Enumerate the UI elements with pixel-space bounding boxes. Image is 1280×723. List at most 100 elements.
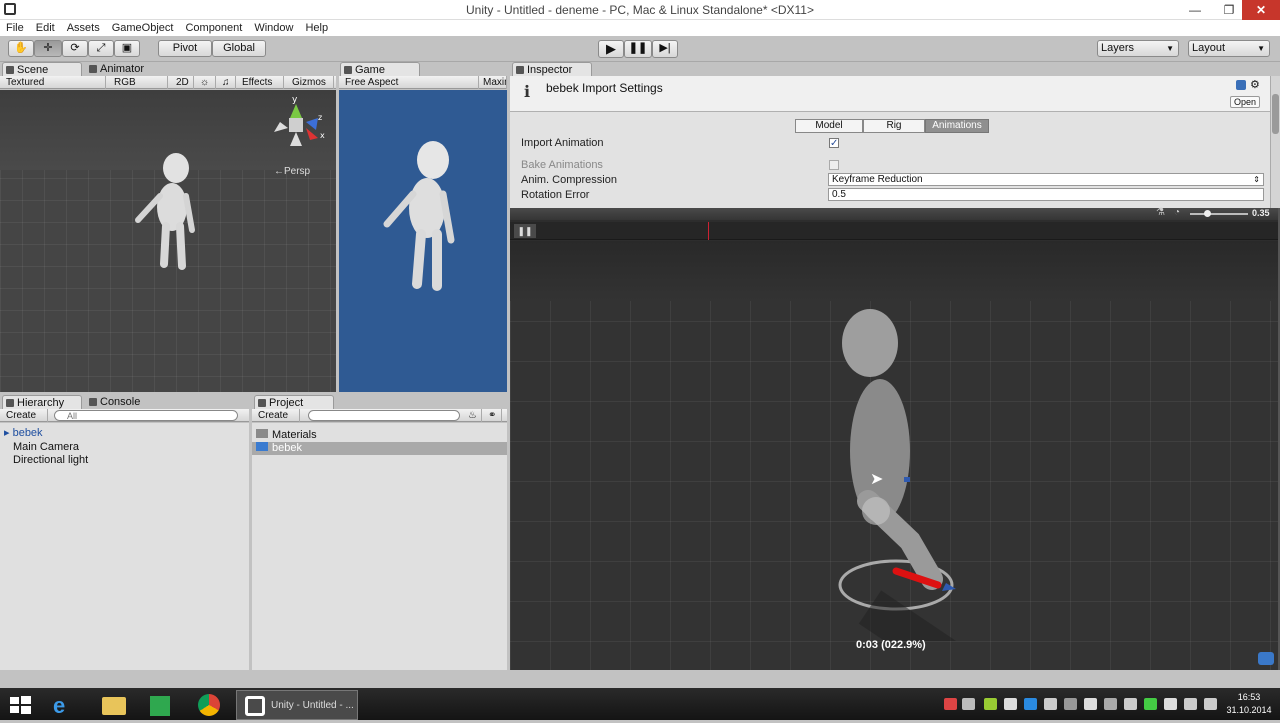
close-button[interactable]: ✕ [1242, 0, 1280, 20]
tray-cloud-icon[interactable] [1084, 698, 1097, 710]
tray-battery-icon[interactable] [984, 698, 997, 710]
import-tab-animations[interactable]: Animations [925, 119, 989, 133]
project-create-dropdown[interactable]: Create [254, 409, 300, 422]
scrollbar-thumb[interactable] [1272, 94, 1279, 134]
shading-dropdown[interactable]: Textured [2, 76, 106, 89]
speed-slider[interactable] [1190, 213, 1248, 215]
tab-scene[interactable]: Scene [2, 62, 82, 76]
project-search-input[interactable] [308, 410, 460, 421]
baby-model-preview [838, 309, 957, 641]
aspect-dropdown[interactable]: Free Aspect [341, 76, 479, 89]
game-viewport[interactable] [339, 90, 507, 392]
scene-gizmo-icon[interactable]: y z x [266, 92, 330, 154]
avatar-icon[interactable]: ⚗ [1156, 207, 1165, 218]
network-icon[interactable] [1184, 698, 1197, 710]
asset-label-icon[interactable] [1258, 652, 1274, 665]
tray-pen-icon[interactable] [1004, 698, 1017, 710]
tray-settings-icon[interactable] [1104, 698, 1117, 710]
hierarchy-search-input[interactable] [54, 410, 238, 421]
title-bar: Unity - Untitled - deneme - PC, Mac & Li… [0, 0, 1280, 20]
menu-edit[interactable]: Edit [30, 20, 61, 36]
tray-sync-icon[interactable] [1044, 698, 1057, 710]
play-button[interactable]: ▶ [598, 40, 624, 58]
speed-icon[interactable]: ◔ [1174, 207, 1180, 218]
tray-green-icon[interactable] [1144, 698, 1157, 710]
bake-animations-checkbox [829, 160, 839, 170]
rect-tool-button[interactable]: ▣ [114, 40, 140, 57]
minimize-button[interactable]: — [1180, 0, 1210, 20]
menu-window[interactable]: Window [248, 20, 299, 36]
menu-assets[interactable]: Assets [61, 20, 106, 36]
timeline-playhead[interactable] [708, 222, 709, 240]
pivot-toggle[interactable]: Pivot [158, 40, 212, 57]
effects-dropdown[interactable]: Effects [238, 76, 284, 89]
flag-icon[interactable] [1164, 698, 1177, 710]
import-tab-model[interactable]: Model [795, 119, 863, 133]
import-animation-checkbox[interactable]: ✓ [829, 138, 839, 149]
timeline-pause-button[interactable]: ❚❚ [514, 224, 536, 238]
hierarchy-item-directional-light[interactable]: Directional light [13, 454, 88, 467]
filter-label-icon[interactable]: ⚭ [484, 409, 502, 422]
tray-steam-icon[interactable] [1024, 698, 1037, 710]
scale-tool-button[interactable]: ⤢ [88, 40, 114, 57]
volume-icon[interactable] [1204, 698, 1217, 710]
persp-label[interactable]: ←Persp [274, 166, 310, 177]
move-tool-button[interactable]: ✛ [34, 40, 62, 57]
menu-file[interactable]: File [0, 20, 30, 36]
start-button[interactable] [0, 690, 40, 720]
inspector-body: Model Rig Animations Import Animation ✓ … [510, 112, 1270, 208]
maximize-toggle[interactable]: Maxin [479, 76, 507, 89]
step-button[interactable]: ▶| [652, 40, 678, 58]
tray-phone-icon[interactable] [1064, 698, 1077, 710]
help-icon[interactable] [1236, 80, 1246, 90]
preview-viewport[interactable]: ➤ 0:03 (022.9%) [510, 241, 1278, 670]
layers-dropdown[interactable]: Layers ▼ [1097, 40, 1179, 57]
hierarchy-create-dropdown[interactable]: Create [2, 409, 48, 422]
maximize-button[interactable]: ❐ [1214, 0, 1244, 20]
project-item-materials[interactable]: Materials [256, 429, 317, 442]
tab-project[interactable]: Project [254, 395, 334, 409]
menu-gameobject[interactable]: GameObject [106, 20, 180, 36]
clock[interactable]: 16:53 31.10.2014 [1224, 691, 1274, 717]
ie-icon[interactable]: e [44, 690, 84, 720]
timeline-bar[interactable]: ❚❚ [510, 222, 1278, 240]
open-button[interactable]: Open [1230, 96, 1260, 108]
menu-component[interactable]: Component [179, 20, 248, 36]
tab-console[interactable]: Console [86, 395, 166, 409]
audio-icon[interactable]: ♫ [218, 76, 236, 89]
tab-animator[interactable]: Animator [86, 62, 166, 76]
menu-help[interactable]: Help [299, 20, 334, 36]
explorer-icon[interactable] [94, 690, 134, 720]
speed-slider-thumb[interactable] [1204, 210, 1211, 217]
hierarchy-item-main-camera[interactable]: Main Camera [13, 441, 79, 454]
chrome-icon[interactable] [190, 690, 230, 720]
import-tab-rig[interactable]: Rig [863, 119, 925, 133]
hand-tool-button[interactable]: ✋ [8, 40, 34, 57]
scene-viewport[interactable]: y z x ←Persp [0, 90, 336, 392]
anim-compression-dropdown[interactable]: Keyframe Reduction ⇕ [828, 173, 1264, 186]
global-toggle[interactable]: Global [212, 40, 266, 57]
tab-hierarchy[interactable]: Hierarchy [2, 395, 82, 409]
hierarchy-item-bebek[interactable]: ▸ bebek [4, 427, 43, 440]
tab-inspector[interactable]: Inspector [512, 62, 592, 76]
store-icon[interactable] [140, 690, 180, 720]
layout-dropdown[interactable]: Layout ▼ [1188, 40, 1270, 57]
rotation-error-field[interactable]: 0.5 [828, 188, 1264, 201]
rotate-tool-button[interactable]: ⟳ [62, 40, 88, 57]
tab-game[interactable]: Game [340, 62, 420, 76]
bluetooth-icon[interactable] [1124, 698, 1137, 710]
inspector-scrollbar[interactable] [1270, 76, 1280, 208]
channel-dropdown[interactable]: RGB [110, 76, 168, 89]
tray-chrome-icon[interactable] [944, 698, 957, 710]
unity-task-button[interactable]: Unity - Untitled - ... [236, 690, 358, 720]
filter-type-icon[interactable]: ♨ [464, 409, 482, 422]
light-icon[interactable]: ☼ [196, 76, 216, 89]
expand-arrow-icon[interactable]: ▸ [4, 427, 13, 439]
console-icon [89, 398, 97, 406]
gizmos-dropdown[interactable]: Gizmos [288, 76, 334, 89]
mode-2d-toggle[interactable]: 2D [172, 76, 194, 89]
project-item-bebek[interactable]: bebek [252, 442, 507, 455]
pause-button[interactable]: ❚❚ [624, 40, 652, 58]
gear-icon[interactable]: ⚙ [1250, 78, 1260, 91]
tray-app-icon[interactable] [962, 698, 975, 710]
